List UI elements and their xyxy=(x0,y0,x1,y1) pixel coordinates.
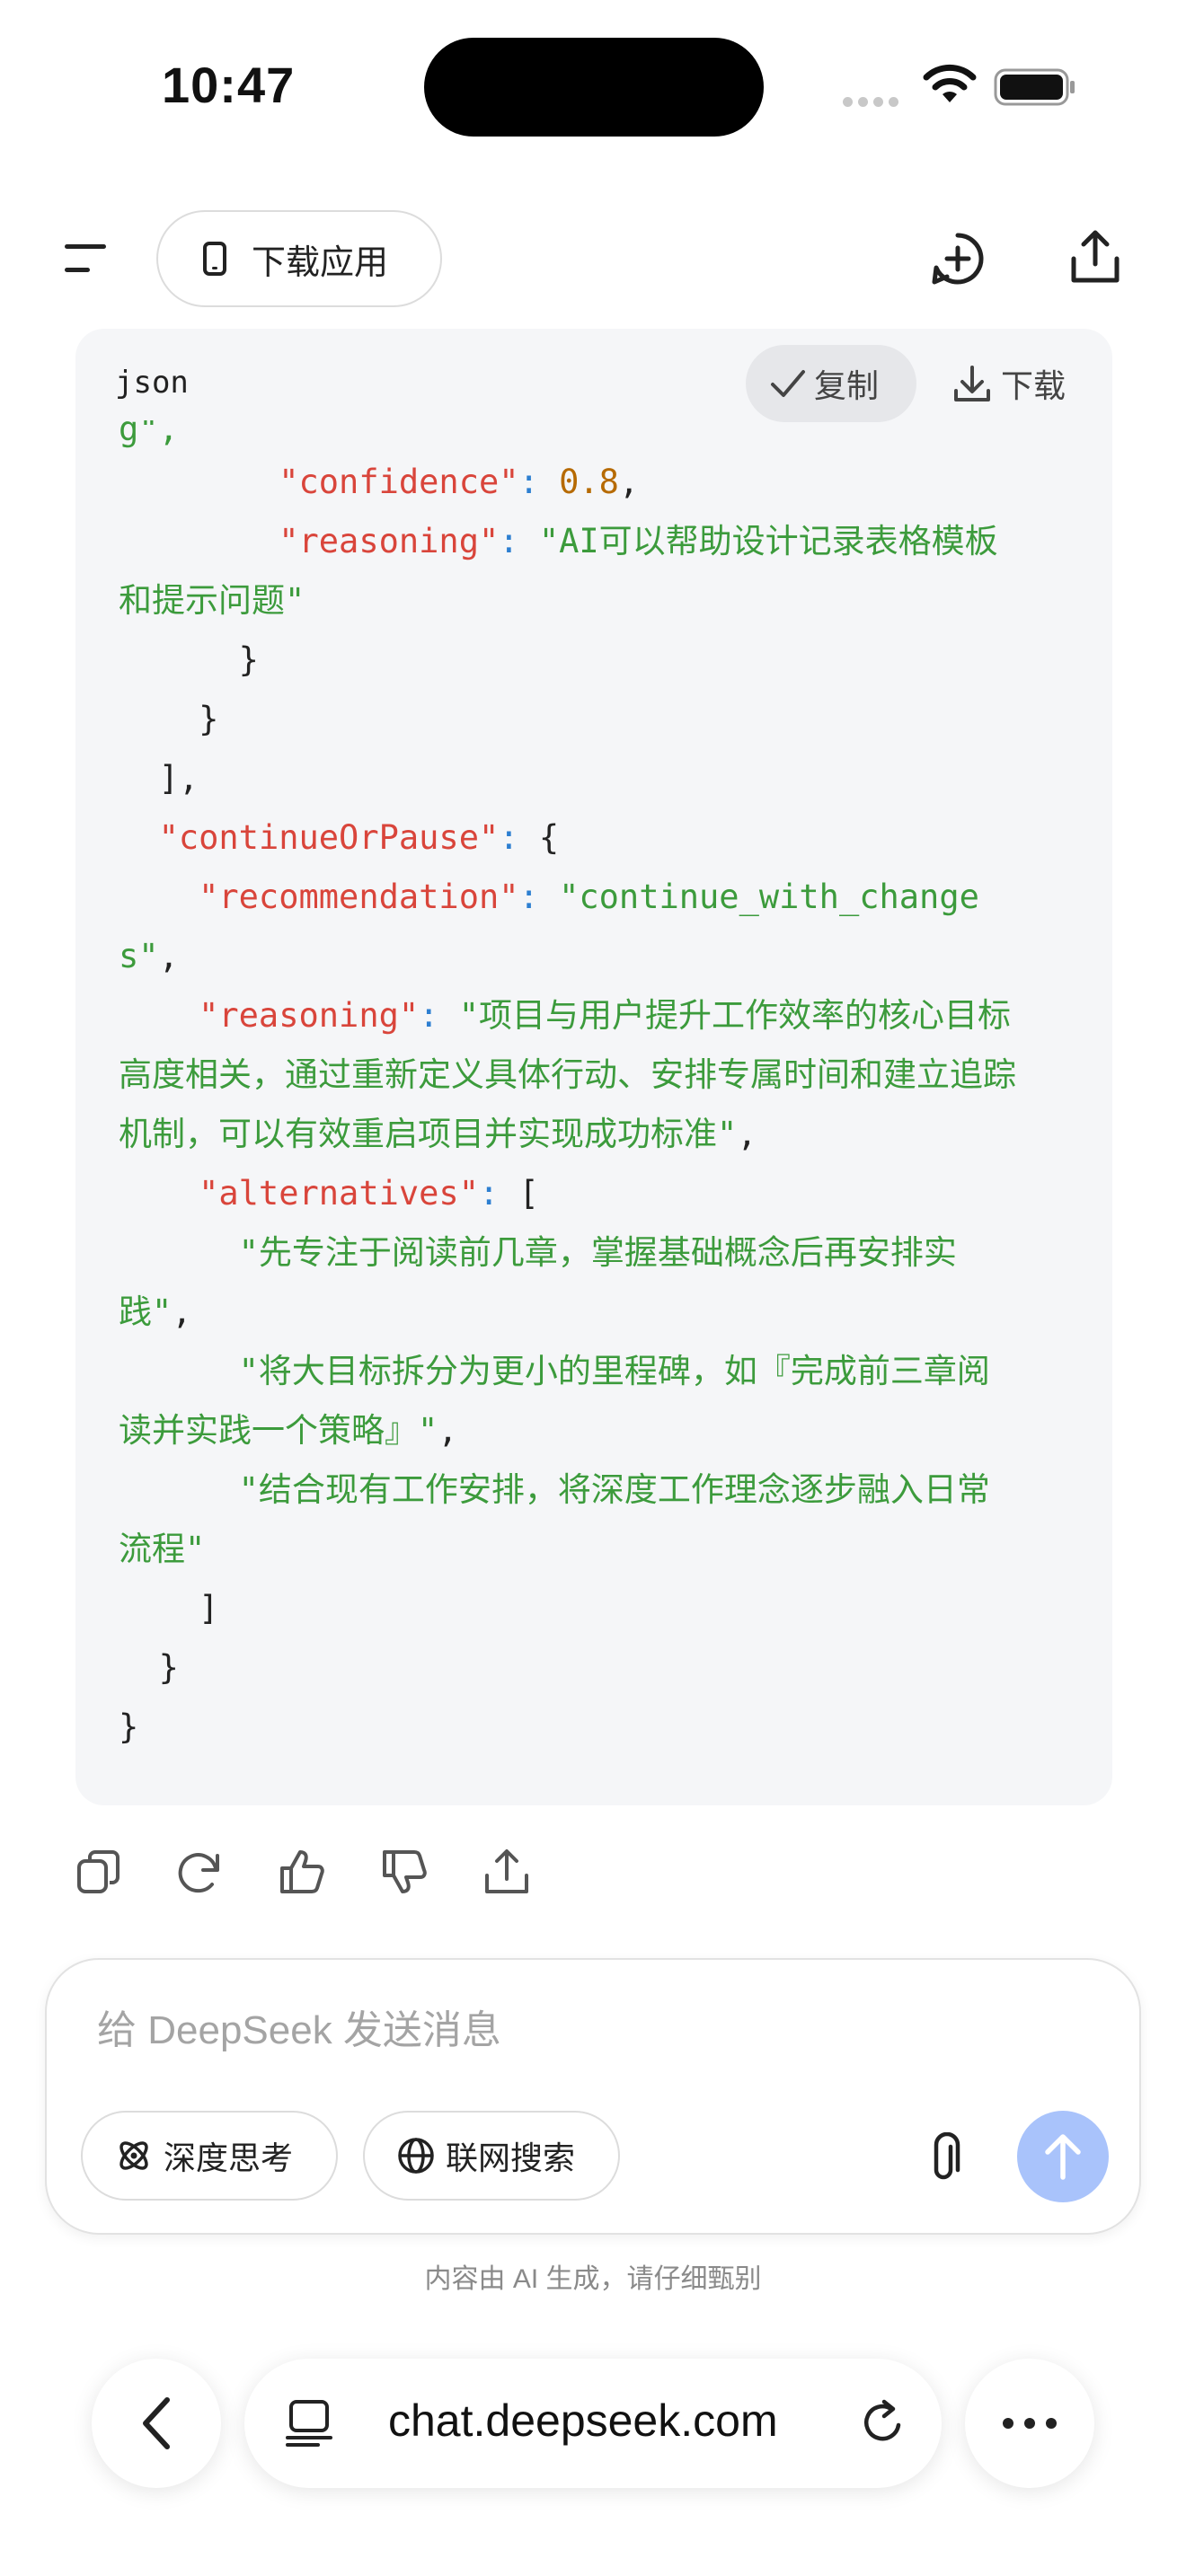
code-line: } xyxy=(119,1707,139,1746)
code-line: } xyxy=(199,700,219,738)
code-line: 读并实践一个策略』", xyxy=(119,1411,458,1450)
wifi-icon xyxy=(923,64,977,102)
dynamic-island xyxy=(424,38,764,137)
download-label: 下载 xyxy=(1001,368,1067,405)
code-line: 高度相关，通过重新定义具体行动、安排专属时间和建立追踪 xyxy=(119,1055,1016,1094)
atom-icon xyxy=(119,2141,148,2170)
reload-icon[interactable] xyxy=(859,2398,907,2448)
code-line: } xyxy=(238,640,259,679)
code-block: json 复制 下载 g", "confidence": 0.8, "reaso… xyxy=(75,329,1112,1805)
attachment-icon[interactable] xyxy=(922,2132,969,2183)
code-line: "confidence": 0.8, xyxy=(279,463,640,501)
globe-icon xyxy=(398,2138,434,2174)
browser-more-button[interactable] xyxy=(965,2359,1094,2488)
share-message-icon[interactable] xyxy=(483,1848,530,1895)
regenerate-icon[interactable] xyxy=(176,1848,223,1895)
code-line: 机制，可以有效重启项目并实现成功标准", xyxy=(119,1115,757,1153)
code-line: ] xyxy=(199,1589,219,1628)
code-line: "先专注于阅读前几章，掌握基础概念后再安排实 xyxy=(238,1233,957,1272)
thumbs-up-icon[interactable] xyxy=(279,1848,325,1895)
code-content: g", "confidence": 0.8, "reasoning": "AI可… xyxy=(119,420,1089,1757)
download-app-button[interactable]: 下载应用 xyxy=(156,210,442,307)
web-search-label: 联网搜索 xyxy=(446,2140,576,2177)
status-bar: 10:47 xyxy=(0,0,1186,171)
ai-disclaimer: 内容由 AI 生成，请仔细甄别 xyxy=(424,2264,762,2294)
web-search-button[interactable]: 联网搜索 xyxy=(363,2111,620,2201)
code-line: "alternatives": [ xyxy=(199,1174,539,1213)
thumbs-down-icon[interactable] xyxy=(381,1848,428,1895)
code-line: ], xyxy=(158,759,199,798)
code-line: "recommendation": "continue_with_change xyxy=(199,878,979,916)
download-icon xyxy=(954,366,990,401)
code-line-cut: g", xyxy=(119,420,179,448)
menu-icon[interactable] xyxy=(63,241,110,277)
code-line: "reasoning": "项目与用户提升工作效率的核心目标 xyxy=(199,996,1011,1035)
copy-code-button[interactable]: 复制 xyxy=(746,345,916,422)
deep-think-label: 深度思考 xyxy=(164,2140,294,2177)
code-line: "将大目标拆分为更小的里程碑，如『完成前三章阅 xyxy=(238,1352,990,1390)
check-icon xyxy=(771,370,805,397)
chevron-left-icon xyxy=(143,2397,170,2449)
status-time: 10:47 xyxy=(162,57,296,113)
message-input[interactable] xyxy=(97,1999,996,2062)
deep-think-button[interactable]: 深度思考 xyxy=(81,2111,338,2201)
battery-icon xyxy=(994,68,1075,106)
browser-back-button[interactable] xyxy=(92,2359,221,2488)
code-line: s", xyxy=(119,937,179,975)
send-button[interactable] xyxy=(1017,2111,1109,2202)
browser-address-bar[interactable]: chat.deepseek.com xyxy=(244,2359,942,2488)
reader-mode-icon[interactable] xyxy=(286,2398,332,2448)
share-icon[interactable] xyxy=(1069,228,1121,286)
cellular-signal-icon xyxy=(843,93,904,107)
message-composer: 深度思考 联网搜索 xyxy=(45,1958,1141,2235)
browser-url: chat.deepseek.com xyxy=(388,2395,778,2446)
download-code-button[interactable]: 下载 xyxy=(943,345,1096,422)
more-icon xyxy=(1003,2418,1057,2429)
code-block-header: json 复制 下载 xyxy=(75,329,1112,426)
code-line: 和提示问题" xyxy=(119,581,305,620)
code-line: } xyxy=(158,1648,179,1687)
code-language-label: json xyxy=(115,365,189,401)
new-chat-icon[interactable] xyxy=(931,232,985,286)
phone-icon xyxy=(203,242,226,276)
copy-label: 复制 xyxy=(814,368,880,405)
copy-icon[interactable] xyxy=(75,1848,122,1895)
code-line: "continueOrPause": { xyxy=(158,818,560,857)
download-app-label: 下载应用 xyxy=(252,242,389,282)
code-line: "结合现有工作安排，将深度工作理念逐步融入日常 xyxy=(238,1470,990,1509)
arrow-up-icon xyxy=(1045,2134,1081,2180)
code-line: 流程" xyxy=(119,1530,206,1568)
code-line: 践", xyxy=(119,1292,192,1331)
code-line: "reasoning": "AI可以帮助设计记录表格模板 xyxy=(279,522,998,560)
